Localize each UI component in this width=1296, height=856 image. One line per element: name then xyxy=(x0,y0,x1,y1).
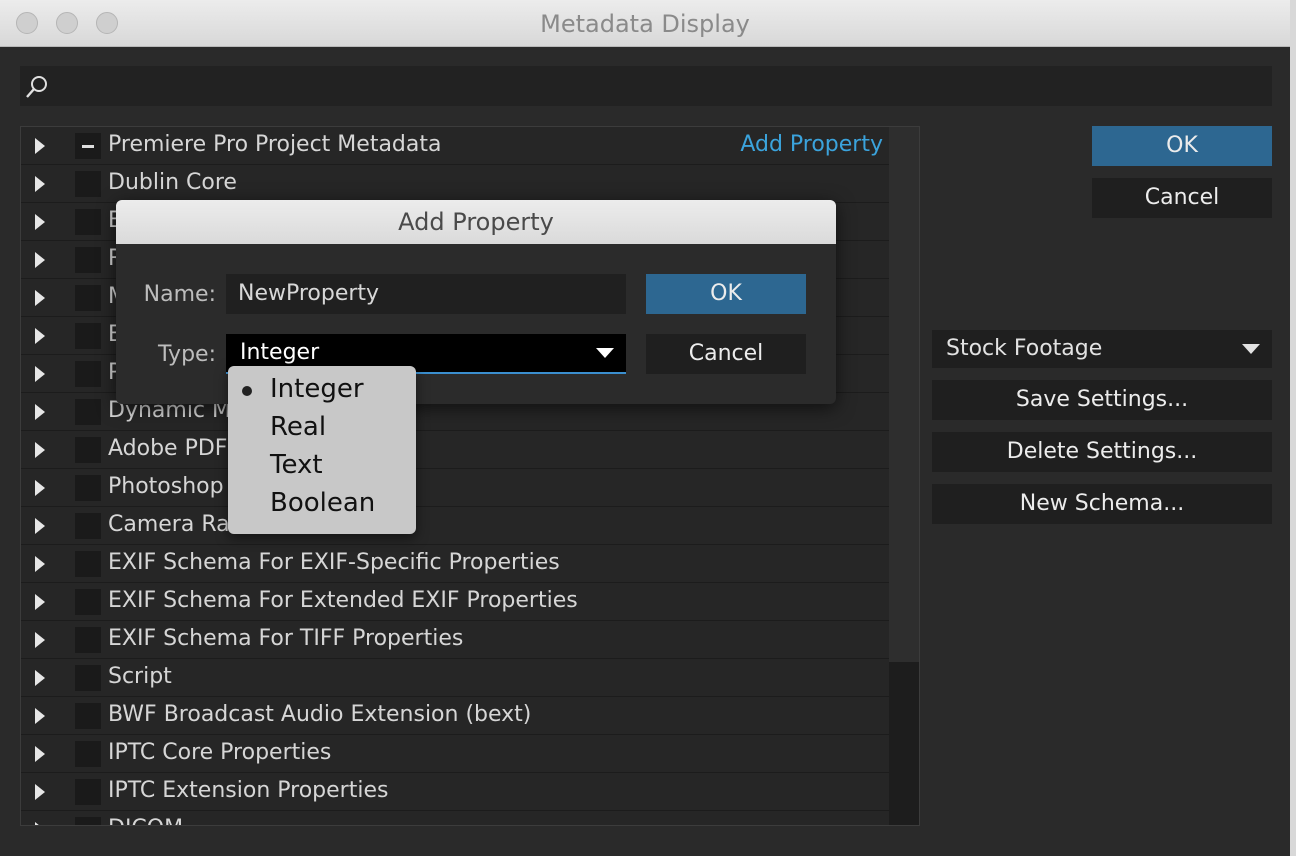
schema-row[interactable]: EXIF Schema For Extended EXIF Properties xyxy=(21,583,889,621)
triangle-right-icon[interactable] xyxy=(35,746,45,762)
metadata-display-window: Metadata Display Premiere Pro Project Me… xyxy=(0,0,1290,856)
triangle-right-icon[interactable] xyxy=(35,518,45,534)
schema-checkbox[interactable] xyxy=(75,209,101,235)
triangle-right-icon[interactable] xyxy=(35,404,45,420)
selected-bullet-icon xyxy=(242,386,252,396)
schema-label: EXIF Schema For EXIF-Specific Properties xyxy=(108,550,560,575)
schema-row[interactable]: Camera Raw xyxy=(21,507,889,545)
schema-label: Adobe PDF xyxy=(108,436,228,461)
title-bar: Metadata Display xyxy=(0,0,1290,47)
desktop-edge xyxy=(1290,0,1296,856)
search-input[interactable] xyxy=(20,66,1272,106)
schema-row[interactable]: IPTC Extension Properties xyxy=(21,773,889,811)
triangle-right-icon[interactable] xyxy=(35,290,45,306)
schema-checkbox[interactable] xyxy=(75,817,101,825)
schema-checkbox[interactable] xyxy=(75,589,101,615)
schema-checkbox[interactable] xyxy=(75,551,101,577)
schema-row[interactable]: Premiere Pro Project Metadata Add Propert… xyxy=(21,127,889,165)
schema-checkbox[interactable] xyxy=(75,133,101,159)
name-label: Name: xyxy=(143,282,216,307)
dialog-cancel-button[interactable]: Cancel xyxy=(646,334,806,374)
triangle-right-icon[interactable] xyxy=(35,480,45,496)
window-title: Metadata Display xyxy=(540,10,750,38)
search-icon xyxy=(26,76,47,98)
triangle-right-icon[interactable] xyxy=(35,214,45,230)
partial-check-icon xyxy=(82,145,94,148)
triangle-right-icon[interactable] xyxy=(35,252,45,268)
schema-checkbox[interactable] xyxy=(75,779,101,805)
schema-label: Dublin Core xyxy=(108,170,237,195)
preset-value: Stock Footage xyxy=(946,336,1103,361)
new-schema-button[interactable]: New Schema... xyxy=(932,484,1272,524)
triangle-right-icon[interactable] xyxy=(35,708,45,724)
schema-row[interactable]: IPTC Core Properties xyxy=(21,735,889,773)
triangle-right-icon[interactable] xyxy=(35,784,45,800)
schema-row[interactable]: DICOM xyxy=(21,811,889,825)
property-name-field[interactable]: NewProperty xyxy=(226,274,626,314)
schema-row[interactable]: BWF Broadcast Audio Extension (bext) xyxy=(21,697,889,735)
schema-checkbox[interactable] xyxy=(75,437,101,463)
triangle-right-icon[interactable] xyxy=(35,138,45,154)
triangle-right-icon[interactable] xyxy=(35,442,45,458)
schema-label: EXIF Schema For TIFF Properties xyxy=(108,626,464,651)
triangle-right-icon[interactable] xyxy=(35,632,45,648)
triangle-right-icon[interactable] xyxy=(35,594,45,610)
save-settings-button[interactable]: Save Settings... xyxy=(932,380,1272,420)
delete-settings-button[interactable]: Delete Settings... xyxy=(932,432,1272,472)
scrollbar-thumb[interactable] xyxy=(889,127,919,662)
schema-label: Camera Raw xyxy=(108,512,248,537)
chevron-down-icon xyxy=(596,348,614,358)
ok-button[interactable]: OK xyxy=(1092,126,1272,166)
menu-item-integer[interactable]: Integer xyxy=(270,374,364,404)
schema-checkbox[interactable] xyxy=(75,665,101,691)
schema-row[interactable]: EXIF Schema For TIFF Properties xyxy=(21,621,889,659)
schema-row[interactable]: Photoshop xyxy=(21,469,889,507)
schema-checkbox[interactable] xyxy=(75,285,101,311)
schema-label: BWF Broadcast Audio Extension (bext) xyxy=(108,702,532,727)
schema-label: Photoshop xyxy=(108,474,224,499)
schema-checkbox[interactable] xyxy=(75,627,101,653)
schema-row[interactable]: Dublin Core xyxy=(21,165,889,203)
schema-label: IPTC Core Properties xyxy=(108,740,332,765)
triangle-right-icon[interactable] xyxy=(35,366,45,382)
menu-item-text[interactable]: Text xyxy=(270,450,323,480)
schema-checkbox[interactable] xyxy=(75,475,101,501)
schema-row[interactable]: EXIF Schema For EXIF-Specific Properties xyxy=(21,545,889,583)
type-label: Type: xyxy=(158,342,216,367)
menu-item-real[interactable]: Real xyxy=(270,412,326,442)
triangle-right-icon[interactable] xyxy=(35,670,45,686)
schema-label: DICOM xyxy=(108,816,183,825)
schema-checkbox[interactable] xyxy=(75,399,101,425)
cancel-button[interactable]: Cancel xyxy=(1092,178,1272,218)
triangle-right-icon[interactable] xyxy=(35,556,45,572)
schema-checkbox[interactable] xyxy=(75,323,101,349)
type-dropdown-menu: Integer Real Text Boolean xyxy=(228,366,416,534)
triangle-right-icon[interactable] xyxy=(35,176,45,192)
schema-label: Premiere Pro Project Metadata xyxy=(108,132,442,157)
schema-checkbox[interactable] xyxy=(75,513,101,539)
add-property-dialog: Add Property Name: NewProperty Type: Int… xyxy=(116,200,836,404)
list-scrollbar[interactable] xyxy=(889,127,919,825)
triangle-right-icon[interactable] xyxy=(35,328,45,344)
chevron-down-icon xyxy=(1242,344,1260,354)
schema-checkbox[interactable] xyxy=(75,741,101,767)
schema-checkbox[interactable] xyxy=(75,361,101,387)
schema-checkbox[interactable] xyxy=(75,703,101,729)
add-property-link[interactable]: Add Property xyxy=(740,132,883,157)
schema-checkbox[interactable] xyxy=(75,171,101,197)
menu-item-boolean[interactable]: Boolean xyxy=(270,488,375,518)
settings-preset-select[interactable]: Stock Footage xyxy=(932,330,1272,368)
dialog-ok-button[interactable]: OK xyxy=(646,274,806,314)
schema-label: Script xyxy=(108,664,172,689)
schema-row[interactable]: Script xyxy=(21,659,889,697)
schema-label: EXIF Schema For Extended EXIF Properties xyxy=(108,588,578,613)
schema-row[interactable]: Adobe PDF xyxy=(21,431,889,469)
dialog-title: Add Property xyxy=(116,200,836,244)
schema-label: IPTC Extension Properties xyxy=(108,778,389,803)
type-value: Integer xyxy=(240,340,320,365)
schema-checkbox[interactable] xyxy=(75,247,101,273)
triangle-right-icon[interactable] xyxy=(35,822,45,825)
